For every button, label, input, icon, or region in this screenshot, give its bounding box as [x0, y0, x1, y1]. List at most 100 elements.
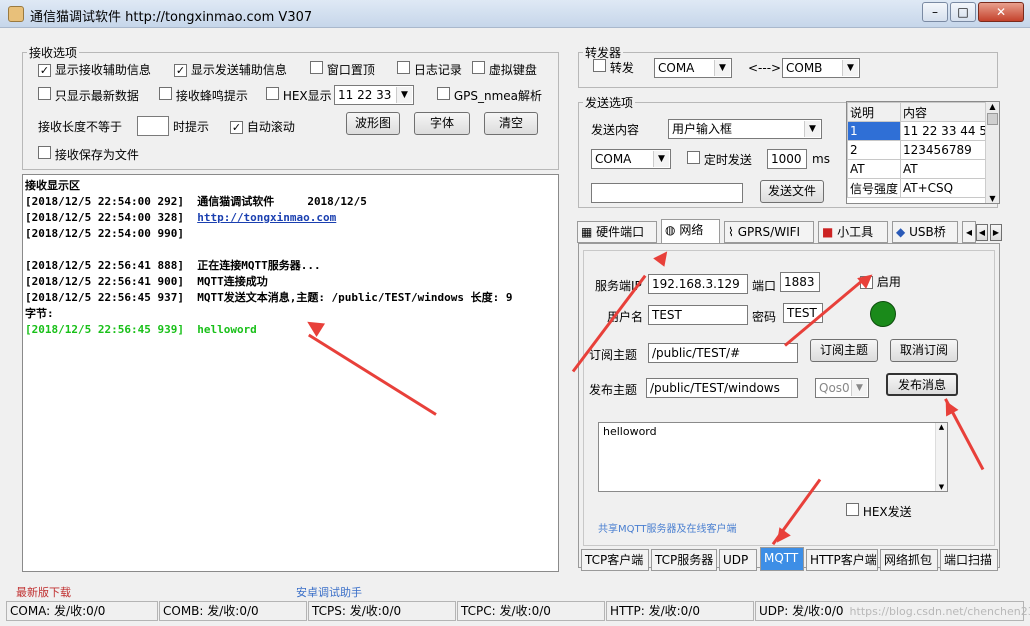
interval-input[interactable]: 1000 — [767, 149, 807, 169]
recv-length-label: 接收长度不等于 — [38, 120, 123, 134]
status-tcps: TCPS: 发/收:0/0 — [308, 601, 456, 621]
username-input[interactable]: TEST — [648, 305, 748, 325]
subscribe-topic-input[interactable]: /public/TEST/# — [648, 343, 798, 363]
recv-beep-checkbox[interactable]: 接收蜂鸣提示 — [159, 87, 248, 104]
scroll-thumb[interactable] — [987, 113, 998, 125]
receive-display-area[interactable]: 接收显示区 [2018/12/5 22:54:00 292] 通信猫调试软件 2… — [22, 174, 559, 572]
title-bar: 通信猫调试软件 http://tongxinmao.com V307 – □ ✕ — [0, 0, 1030, 28]
tab-network[interactable]: ◍ 网络 — [661, 219, 720, 244]
window-title: 通信猫调试软件 http://tongxinmao.com V307 — [30, 10, 313, 25]
send-input[interactable] — [591, 183, 743, 203]
subscribe-button[interactable]: 订阅主题 — [810, 339, 878, 362]
log-line: [2018/12/5 22:54:00 990] — [25, 227, 184, 240]
maximize-button[interactable]: □ — [950, 2, 976, 22]
send-file-button[interactable]: 发送文件 — [760, 180, 824, 203]
status-coma: COMA: 发/收:0/0 — [6, 601, 158, 621]
only-latest-checkbox[interactable]: 只显示最新数据 — [38, 87, 139, 104]
mqtt-panel — [583, 250, 995, 546]
usb-icon: ◆ — [896, 225, 906, 239]
log-line: [2018/12/5 22:54:00 328] http://tongxinm… — [25, 211, 337, 224]
tab-overflow[interactable]: ◂ — [962, 221, 976, 243]
scroll-up-icon[interactable]: ▲ — [936, 423, 947, 431]
checkbox-icon — [472, 61, 485, 74]
timed-send-checkbox[interactable]: 定时发送 — [687, 151, 752, 168]
status-udp: UDP: 发/收:0/0 https://blog.csdn.net/chench… — [755, 601, 1030, 621]
log-record-checkbox[interactable]: 日志记录 — [397, 61, 462, 78]
checkbox-icon — [846, 503, 859, 516]
message-scrollbar[interactable]: ▲ ▼ — [935, 423, 947, 491]
clear-button[interactable]: 清空 — [484, 112, 538, 135]
status-comb: COMB: 发/收:0/0 — [159, 601, 307, 621]
virtual-keyboard-checkbox[interactable]: 虚拟键盘 — [472, 61, 537, 78]
waveform-button[interactable]: 波形图 — [346, 112, 400, 135]
tab-http-client[interactable]: HTTP客户端 — [806, 549, 878, 571]
cmd-header-content: 内容 — [900, 102, 998, 122]
forward-checkbox[interactable]: 转发 — [593, 59, 634, 76]
tab-packet-capture[interactable]: 网络抓包 — [880, 549, 938, 571]
chevron-down-icon: ▼ — [851, 380, 867, 396]
tab-tcp-client[interactable]: TCP客户端 — [581, 549, 649, 571]
tab-udp[interactable]: UDP — [719, 549, 757, 571]
recv-length-suffix: 时提示 — [173, 120, 210, 134]
hex-value-select[interactable]: 11 22 33 ▼ — [334, 85, 414, 105]
send-content-select[interactable]: 用户输入框 ▼ — [668, 119, 822, 139]
minimize-button[interactable]: – — [922, 2, 948, 22]
android-assistant-link[interactable]: 安卓调试助手 — [296, 584, 362, 600]
gps-checkbox[interactable]: GPS_nmea解析 — [437, 87, 542, 104]
message-textarea[interactable]: helloword ▲ ▼ — [598, 422, 948, 492]
share-mqtt-link[interactable]: 共享MQTT服务器及在线客户端 — [598, 520, 737, 535]
log-line-received: [2018/12/5 22:56:45 939] helloword — [25, 323, 257, 336]
recv-length-input[interactable] — [137, 116, 169, 136]
log-line: [2018/12/5 22:56:41 888] 正在连接MQTT服务器... — [25, 259, 321, 272]
port-input[interactable]: 1883 — [780, 272, 820, 292]
show-recv-info-checkbox[interactable]: ✓ 显示接收辅助信息 — [38, 61, 151, 78]
tab-scroll-right-button[interactable]: ▶ — [990, 224, 1002, 241]
server-ip-input[interactable]: 192.168.3.129 — [648, 274, 748, 294]
chevron-down-icon: ▼ — [653, 151, 669, 167]
tab-scroll-left-button[interactable]: ◀ — [976, 224, 988, 241]
tab-hardware-port[interactable]: ▦ 硬件端口 — [577, 221, 657, 243]
chevron-left-icon: ◀ — [978, 228, 986, 237]
scroll-down-icon[interactable]: ▼ — [986, 194, 999, 203]
publish-topic-input[interactable]: /public/TEST/windows — [646, 378, 798, 398]
window-top-checkbox[interactable]: 窗口置顶 — [310, 61, 375, 78]
auto-scroll-checkbox[interactable]: ✓ 自动滚动 — [230, 118, 295, 135]
tab-tools[interactable]: ■ 小工具 — [818, 221, 888, 243]
send-content-label: 发送内容 — [591, 123, 640, 137]
close-button[interactable]: ✕ — [978, 2, 1024, 22]
tab-usb-bridge[interactable]: ◆ USB桥 — [892, 221, 958, 243]
log-line: [2018/12/5 22:54:00 292] 通信猫调试软件 2018/12… — [25, 195, 367, 208]
command-table[interactable]: 说明 内容 1 11 22 33 44 55 2 123456789 AT AT 信号强… — [846, 101, 1000, 204]
qos-select[interactable]: Qos0 ▼ — [815, 378, 869, 398]
send-port-select[interactable]: COMA ▼ — [591, 149, 671, 169]
scroll-up-icon[interactable]: ▲ — [986, 102, 999, 111]
tab-tcp-server[interactable]: TCP服务器 — [651, 549, 717, 571]
more-icon: ◂ — [966, 225, 973, 239]
forward-port-a-select[interactable]: COMA ▼ — [654, 58, 732, 78]
hex-display-checkbox[interactable]: HEX显示 — [266, 87, 332, 104]
hex-send-checkbox[interactable]: HEX发送 — [846, 503, 912, 520]
tab-port-scan[interactable]: 端口扫描 — [940, 549, 998, 571]
unsubscribe-button[interactable]: 取消订阅 — [890, 339, 958, 362]
checkbox-checked-icon: ✓ — [230, 121, 243, 134]
antenna-icon: ⌇ — [728, 225, 734, 239]
log-line: [2018/12/5 22:56:45 937] MQTT发送文本消息,主题: … — [25, 291, 513, 304]
table-row[interactable]: 2 123456789 — [847, 140, 998, 160]
tab-mqtt[interactable]: MQTT — [760, 547, 804, 571]
table-row[interactable]: 信号强度 AT+CSQ — [847, 178, 998, 198]
table-scrollbar[interactable]: ▲ ▼ — [985, 102, 999, 203]
checkbox-icon — [38, 146, 51, 159]
log-line: [2018/12/5 22:56:41 900] MQTT连接成功 — [25, 275, 268, 288]
show-send-info-checkbox[interactable]: ✓ 显示发送辅助信息 — [174, 61, 287, 78]
table-row[interactable]: 1 11 22 33 44 55 — [847, 121, 998, 141]
font-button[interactable]: 字体 — [414, 112, 470, 135]
table-row[interactable]: AT AT — [847, 159, 998, 179]
checkbox-icon — [266, 87, 279, 100]
forward-port-b-select[interactable]: COMB ▼ — [782, 58, 860, 78]
download-latest-link[interactable]: 最新版下载 — [16, 584, 71, 600]
website-link[interactable]: http://tongxinmao.com — [197, 211, 336, 224]
tab-gprs-wifi[interactable]: ⌇ GPRS/WIFI — [724, 221, 814, 243]
scroll-down-icon[interactable]: ▼ — [936, 483, 947, 491]
save-file-checkbox[interactable]: 接收保存为文件 — [38, 146, 139, 163]
publish-button[interactable]: 发布消息 — [886, 373, 958, 396]
